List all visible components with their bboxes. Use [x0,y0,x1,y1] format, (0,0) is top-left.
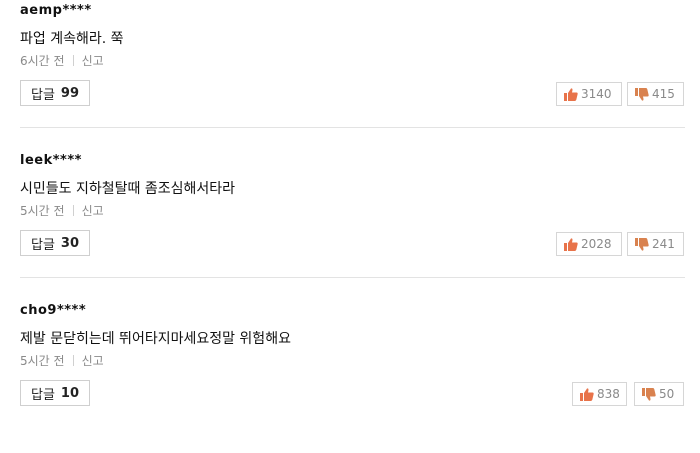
comment-divider [20,127,685,128]
reply-button[interactable]: 답글 30 [20,230,91,256]
comment-meta: 6시간 전 신고 [20,52,104,69]
dislike-button[interactable]: 241 [627,232,684,256]
comment-username[interactable]: aemp**** [20,3,92,18]
reply-count: 99 [60,85,80,101]
like-button[interactable]: 3140 [556,82,622,106]
like-count: 838 [597,387,620,401]
dislike-count: 50 [659,387,675,401]
dislike-count: 241 [652,237,675,251]
comment-time: 5시간 전 [20,354,65,368]
report-link[interactable]: 신고 [82,354,104,368]
reply-button[interactable]: 답글 10 [20,380,91,406]
thumbs-up-icon [564,87,578,101]
comment-username[interactable]: leek**** [20,153,82,168]
like-count: 2028 [581,237,612,251]
reply-label: 답글 [31,237,55,253]
thumbs-down-icon [642,387,656,401]
thumbs-up-icon [580,387,594,401]
comment-text: 파업 계속해라. 쭉 [20,31,124,47]
comment-divider [20,277,685,278]
comment-item: cho9**** 제발 문닫히는데 뛰어타지마세요정말 위험해요 5시간 전 신고… [0,303,700,453]
report-link[interactable]: 신고 [82,204,104,218]
comment-text: 시민들도 지하철탈때 좀조심해서타라 [20,181,235,197]
comment-text: 제발 문닫히는데 뛰어타지마세요정말 위험해요 [20,331,291,347]
report-link[interactable]: 신고 [82,54,104,68]
comment-item: aemp**** 파업 계속해라. 쭉 6시간 전 신고 답글 99 3140 4… [0,3,700,153]
reply-count: 10 [60,385,80,401]
meta-divider [72,355,74,366]
dislike-button[interactable]: 50 [634,382,684,406]
like-button[interactable]: 2028 [556,232,622,256]
like-button[interactable]: 838 [572,382,627,406]
reply-label: 답글 [31,387,55,403]
thumbs-down-icon [635,237,649,251]
comment-time: 6시간 전 [20,54,65,68]
dislike-button[interactable]: 415 [627,82,684,106]
dislike-count: 415 [652,87,675,101]
reply-button[interactable]: 답글 99 [20,80,91,106]
thumbs-down-icon [635,87,649,101]
meta-divider [72,205,74,216]
comment-username[interactable]: cho9**** [20,303,86,318]
like-count: 3140 [581,87,612,101]
meta-divider [72,55,74,66]
comment-time: 5시간 전 [20,204,65,218]
comment-meta: 5시간 전 신고 [20,352,104,369]
reply-label: 답글 [31,87,55,103]
thumbs-up-icon [564,237,578,251]
comment-meta: 5시간 전 신고 [20,202,104,219]
reply-count: 30 [60,235,80,251]
comment-item: leek**** 시민들도 지하철탈때 좀조심해서타라 5시간 전 신고 답글 3… [0,153,700,303]
